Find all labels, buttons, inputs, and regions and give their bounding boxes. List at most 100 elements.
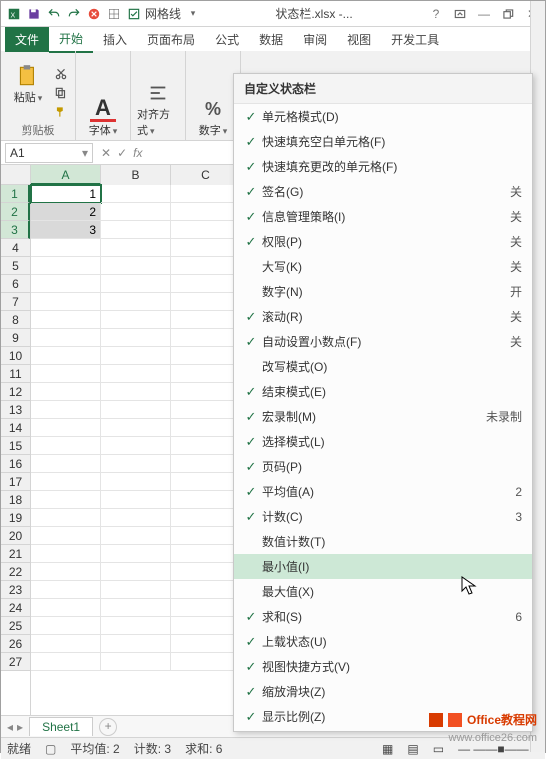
row-header[interactable]: 2 [1,203,30,221]
row-header[interactable]: 18 [1,491,30,509]
cell[interactable] [101,563,171,581]
redo-icon[interactable] [65,5,83,23]
cell[interactable] [31,329,101,347]
cell[interactable] [101,347,171,365]
cell[interactable] [171,419,241,437]
cell[interactable] [171,581,241,599]
cell[interactable] [101,509,171,527]
cell[interactable] [171,491,241,509]
cell[interactable] [31,563,101,581]
cell[interactable] [101,653,171,671]
context-menu-item[interactable]: ✓视图快捷方式(V) [234,654,532,679]
cell[interactable] [171,311,241,329]
cell[interactable] [171,203,241,221]
sheet-next-icon[interactable]: ▸ [17,720,23,734]
copy-icon[interactable] [53,85,69,101]
cell[interactable] [31,365,101,383]
cell[interactable]: 3 [31,221,101,239]
row-header[interactable]: 10 [1,347,30,365]
cell[interactable] [31,617,101,635]
tab-file[interactable]: 文件 [5,27,49,52]
cell[interactable] [31,635,101,653]
context-menu-item[interactable]: ✓快速填充空白单元格(F) [234,129,532,154]
tab-view[interactable]: 视图 [337,27,381,52]
cell[interactable] [31,311,101,329]
cell[interactable] [101,239,171,257]
cell[interactable] [101,329,171,347]
checkbox-gridlines[interactable] [125,5,143,23]
view-normal-icon[interactable]: ▦ [382,742,393,756]
cell[interactable] [171,221,241,239]
row-header[interactable]: 22 [1,563,30,581]
context-menu-item[interactable]: ✓快速填充更改的单元格(F) [234,154,532,179]
row-header[interactable]: 20 [1,527,30,545]
context-menu-item[interactable]: ✓选择模式(L) [234,429,532,454]
row-header[interactable]: 21 [1,545,30,563]
cell[interactable] [101,419,171,437]
row-header[interactable]: 14 [1,419,30,437]
col-header-A[interactable]: A [31,165,101,185]
sheet-tab[interactable]: Sheet1 [29,717,93,736]
row-header[interactable]: 5 [1,257,30,275]
cell[interactable] [101,599,171,617]
cell[interactable] [101,437,171,455]
cell[interactable] [171,635,241,653]
cell[interactable] [101,203,171,221]
cell[interactable] [101,365,171,383]
cell[interactable] [31,473,101,491]
cell[interactable] [171,329,241,347]
cell[interactable] [171,509,241,527]
cell[interactable] [31,401,101,419]
cell[interactable] [171,437,241,455]
col-header-B[interactable]: B [101,165,171,185]
context-menu-item[interactable]: 最小值(I) [234,554,532,579]
cell[interactable] [171,563,241,581]
cell[interactable] [31,275,101,293]
row-header[interactable]: 1 [1,185,30,203]
align-button[interactable]: 对齐方式 [137,80,179,138]
row-header[interactable]: 17 [1,473,30,491]
cell[interactable] [171,185,241,203]
row-header[interactable]: 23 [1,581,30,599]
undo-icon[interactable] [45,5,63,23]
cell[interactable] [31,347,101,365]
cell[interactable] [171,617,241,635]
save-icon[interactable] [25,5,43,23]
cell[interactable] [101,581,171,599]
cell[interactable] [171,455,241,473]
macro-record-icon[interactable]: ▢ [45,742,56,756]
cancel-icon[interactable]: ✕ [101,146,111,160]
row-header[interactable]: 9 [1,329,30,347]
row-header[interactable]: 7 [1,293,30,311]
cell[interactable] [171,239,241,257]
select-all-corner[interactable] [1,165,31,185]
cell[interactable] [171,257,241,275]
row-header[interactable]: 12 [1,383,30,401]
cell[interactable] [31,239,101,257]
cut-icon[interactable] [53,66,69,82]
number-button[interactable]: % 数字 [192,96,234,138]
qat-dropdown-icon[interactable] [183,5,201,23]
cell[interactable]: 1 [31,185,101,203]
row-header[interactable]: 13 [1,401,30,419]
row-header[interactable]: 19 [1,509,30,527]
cell[interactable] [31,455,101,473]
font-button[interactable]: A 字体 [82,96,124,138]
context-menu-item[interactable]: ✓自动设置小数点(F)关 [234,329,532,354]
view-break-icon[interactable]: ▭ [433,742,444,756]
cell[interactable] [171,365,241,383]
ribbon-toggle-icon[interactable] [451,5,469,23]
context-menu-item[interactable]: ✓滚动(R)关 [234,304,532,329]
tab-review[interactable]: 审阅 [293,27,337,52]
cell[interactable] [171,545,241,563]
cell[interactable] [101,635,171,653]
cell[interactable] [31,527,101,545]
tab-data[interactable]: 数据 [249,27,293,52]
restore-icon[interactable] [499,5,517,23]
cell[interactable] [31,383,101,401]
context-menu-item[interactable]: 最大值(X) [234,579,532,604]
cell[interactable] [101,185,171,203]
tab-insert[interactable]: 插入 [93,27,137,52]
confirm-icon[interactable]: ✓ [117,146,127,160]
cell[interactable] [101,401,171,419]
